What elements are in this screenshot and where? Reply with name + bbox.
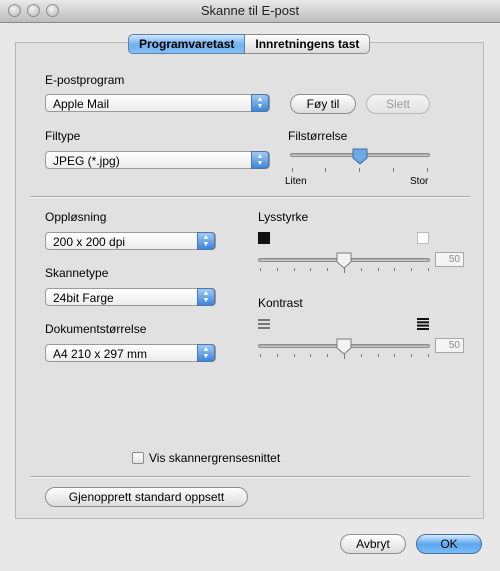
document-size-select[interactable]: A4 210 x 297 mm ▲ ▼ xyxy=(45,344,216,362)
slider-tick xyxy=(327,354,329,357)
slider-tick xyxy=(344,268,345,273)
divider xyxy=(30,476,470,478)
email-program-select[interactable]: Apple Mail ▲ ▼ xyxy=(45,94,270,112)
slider-tick xyxy=(293,268,295,271)
tab-software-key[interactable]: Programvaretast xyxy=(128,34,246,54)
slider-tick xyxy=(377,354,379,357)
slider-tick xyxy=(394,268,396,271)
slider-tick xyxy=(344,354,345,359)
slider-tick xyxy=(293,354,295,357)
add-button[interactable]: Føy til xyxy=(290,94,356,114)
resolution-select[interactable]: 200 x 200 dpi ▲ ▼ xyxy=(45,232,216,250)
brightness-label: Lysstyrke xyxy=(258,210,309,224)
light-swatch-icon xyxy=(417,232,429,244)
slider-tick xyxy=(428,354,429,357)
contrast-value: 50 xyxy=(435,338,464,353)
slider-tick xyxy=(393,168,394,172)
slider-tick xyxy=(360,268,362,271)
slider-tick xyxy=(359,168,360,172)
scan-type-value: 24bit Farge xyxy=(53,291,114,305)
slider-tick xyxy=(327,268,329,271)
slider-tick xyxy=(260,268,261,271)
divider xyxy=(30,196,470,198)
select-arrows-icon: ▲ ▼ xyxy=(197,232,215,250)
slider-tick xyxy=(292,168,293,172)
file-size-max-label: Stor xyxy=(410,176,429,187)
high-contrast-icon xyxy=(417,318,429,330)
select-arrows-icon: ▲ ▼ xyxy=(197,344,215,362)
tab-bar: Programvaretast Innretningens tast xyxy=(128,34,371,54)
dark-swatch-icon xyxy=(258,232,270,244)
restore-defaults-button[interactable]: Gjenopprett standard oppsett xyxy=(45,487,248,507)
slider-tick xyxy=(276,268,278,271)
select-arrows-icon: ▲ ▼ xyxy=(251,151,269,169)
slider-tick xyxy=(325,168,326,172)
slider-tick xyxy=(394,354,396,357)
file-size-min-label: Liten xyxy=(285,176,307,187)
tab-device-key[interactable]: Innretningens tast xyxy=(245,34,371,54)
email-program-value: Apple Mail xyxy=(53,97,110,111)
scan-type-label: Skannetype xyxy=(45,266,109,280)
brightness-value: 50 xyxy=(435,252,464,267)
document-size-value: A4 210 x 297 mm xyxy=(53,347,148,361)
select-arrows-icon: ▲ ▼ xyxy=(197,288,215,306)
scan-type-select[interactable]: 24bit Farge ▲ ▼ xyxy=(45,288,216,306)
slider-tick xyxy=(276,354,278,357)
file-size-label: Filstørrelse xyxy=(288,129,348,143)
select-arrows-icon: ▲ ▼ xyxy=(251,94,269,112)
contrast-slider-thumb[interactable] xyxy=(336,338,352,355)
slider-tick xyxy=(377,268,379,271)
file-type-select[interactable]: JPEG (*.jpg) ▲ ▼ xyxy=(45,151,270,169)
ok-button[interactable]: OK xyxy=(416,534,482,554)
resolution-value: 200 x 200 dpi xyxy=(53,235,126,249)
slider-tick xyxy=(427,168,428,172)
file-type-label: Filtype xyxy=(45,129,81,143)
resolution-label: Oppløsning xyxy=(45,210,107,224)
contrast-label: Kontrast xyxy=(258,296,303,310)
file-size-slider-thumb[interactable] xyxy=(352,148,368,165)
low-contrast-icon xyxy=(258,319,270,329)
slider-tick xyxy=(310,268,312,271)
show-scanner-interface-checkbox[interactable] xyxy=(132,452,144,464)
show-scanner-interface-label: Vis skannergrensesnittet xyxy=(149,451,281,465)
document-size-label: Dokumentstørrelse xyxy=(45,322,147,336)
cancel-button[interactable]: Avbryt xyxy=(340,534,406,554)
slider-tick xyxy=(310,354,312,357)
slider-tick xyxy=(411,354,413,357)
slider-tick xyxy=(360,354,362,357)
delete-button[interactable]: Slett xyxy=(366,94,430,114)
slider-tick xyxy=(428,268,429,271)
brightness-slider-thumb[interactable] xyxy=(336,252,352,269)
window-title: Skanne til E-post xyxy=(200,3,300,18)
file-type-value: JPEG (*.jpg) xyxy=(53,154,120,168)
slider-tick xyxy=(260,354,261,357)
title-bar[interactable]: Skanne til E-post xyxy=(0,0,500,23)
email-program-label: E-postprogram xyxy=(45,73,125,87)
slider-tick xyxy=(411,268,413,271)
